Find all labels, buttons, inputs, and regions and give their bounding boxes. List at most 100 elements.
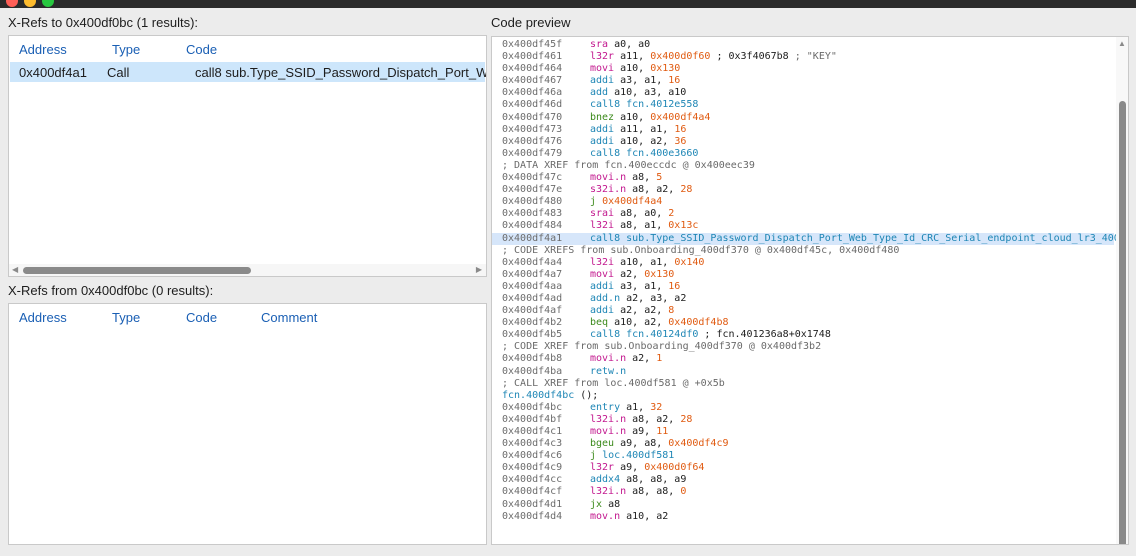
instruction-address: 0x400df479 — [502, 147, 563, 159]
instruction-address: 0x400df4a4 — [502, 256, 563, 268]
code-line[interactable]: 0x400df4b8 movi.n a2, 1 — [502, 353, 1114, 365]
code-line[interactable]: 0x400df4af addi a2, a2, 8 — [502, 305, 1114, 317]
code-line[interactable]: ; DATA XREF from fcn.400eccdc @ 0x400eec… — [502, 160, 1114, 172]
xrefs-from-table[interactable]: Address Type Code Comment — [8, 303, 487, 545]
instruction-address: 0x400df484 — [502, 220, 563, 232]
code-line[interactable]: 0x400df473 addi a11, a1, 16 — [502, 124, 1114, 136]
code-token: mov.n — [590, 510, 621, 522]
code-line[interactable]: 0x400df4a7 movi a2, 0x130 — [502, 269, 1114, 281]
code-line[interactable]: 0x400df47e s32i.n a8, a2, 28 — [502, 184, 1114, 196]
instruction-address: 0x400df461 — [502, 51, 563, 63]
col-address[interactable]: Address — [19, 310, 67, 325]
instruction-address: 0x400df480 — [502, 196, 563, 208]
col-code[interactable]: Code — [186, 310, 217, 325]
instruction-address: 0x400df4af — [502, 305, 563, 317]
close-window-icon[interactable] — [6, 0, 18, 7]
code-line[interactable]: 0x400df4c3 bgeu a9, a8, 0x400df4c9 — [502, 438, 1114, 450]
code-token: call8 — [590, 232, 621, 244]
code-line[interactable]: 0x400df46a add a10, a3, a10 — [502, 87, 1114, 99]
code-line[interactable]: 0x400df483 srai a8, a0, 2 — [502, 208, 1114, 220]
code-token: bgeu — [590, 438, 615, 450]
code-line[interactable]: 0x400df4c6 j loc.400df581 — [502, 450, 1114, 462]
code-token: a2, — [614, 268, 645, 280]
scroll-thumb[interactable] — [23, 267, 251, 274]
code-token: 0x13c — [668, 220, 699, 232]
code-line[interactable]: 0x400df45f sra a0, a0 — [502, 39, 1114, 51]
code-token: fcn.4012e558 — [620, 99, 699, 111]
zoom-window-icon[interactable] — [42, 0, 54, 7]
code-line[interactable]: 0x400df467 addi a3, a1, 16 — [502, 75, 1114, 87]
instruction-address: 0x400df4a7 — [502, 268, 563, 280]
code-token: a10, — [614, 63, 651, 75]
code-token: a10, a2 — [620, 510, 669, 522]
code-line[interactable]: 0x400df4d1 jx a8 — [502, 499, 1114, 511]
vertical-scrollbar[interactable]: ▲ ▼ — [1116, 37, 1128, 544]
code-line[interactable]: 0x400df479 call8 fcn.400e3660 — [502, 148, 1114, 160]
code-line[interactable]: 0x400df4bf l32i.n a8, a2, 28 — [502, 414, 1114, 426]
code-line[interactable]: 0x400df46d call8 fcn.4012e558 — [502, 99, 1114, 111]
code-line[interactable]: 0x400df4aa addi a3, a1, 16 — [502, 281, 1114, 293]
code-token: 28 — [680, 413, 693, 425]
code-line[interactable]: 0x400df4d4 mov.n a10, a2 — [502, 511, 1114, 523]
minimize-window-icon[interactable] — [24, 0, 36, 7]
code-line[interactable]: fcn.400df4bc (); — [502, 390, 1114, 402]
code-token: 0x400df4a4 — [602, 196, 663, 208]
code-preview-pane[interactable]: 0x400df45f sra a0, a0 0x400df461 l32r a11, … — [491, 36, 1129, 545]
code-line[interactable]: 0x400df4bc entry a1, 32 — [502, 402, 1114, 414]
instruction-address: 0x400df4cc — [502, 474, 563, 486]
scroll-up-icon[interactable]: ▲ — [1118, 39, 1126, 48]
scroll-down-icon[interactable]: ▼ — [1118, 533, 1126, 542]
code-token: 0x400df4b8 — [668, 317, 729, 329]
code-token: 0x400df4a4 — [650, 111, 711, 123]
instruction-address: 0x400df4d4 — [502, 510, 563, 522]
code-token: (); — [574, 389, 599, 401]
code-token: a3, a1, — [614, 280, 669, 292]
horizontal-scrollbar[interactable]: ◀ ▶ — [9, 264, 486, 276]
instruction-address: 0x400df4a1 — [502, 232, 563, 244]
code-token: bnez — [590, 111, 615, 123]
code-token: 0x140 — [674, 256, 705, 268]
code-line[interactable]: ; CODE XREFS from sub.Onboarding_400df37… — [502, 245, 1114, 257]
scroll-right-icon[interactable]: ▶ — [476, 265, 482, 274]
code-line[interactable]: 0x400df4a4 l32i a10, a1, 0x140 — [502, 257, 1114, 269]
code-line[interactable]: 0x400df4b2 beq a10, a2, 0x400df4b8 — [502, 317, 1114, 329]
code-line[interactable]: 0x400df470 bnez a10, 0x400df4a4 — [502, 112, 1114, 124]
window-titlebar — [0, 0, 1136, 8]
scroll-thumb[interactable] — [1119, 101, 1126, 544]
code-line[interactable]: 0x400df464 movi a10, 0x130 — [502, 63, 1114, 75]
code-line[interactable]: 0x400df480 j 0x400df4a4 — [502, 196, 1114, 208]
col-type[interactable]: Type — [112, 42, 140, 57]
scroll-left-icon[interactable]: ◀ — [12, 265, 18, 274]
code-line[interactable]: 0x400df4c1 movi.n a9, 11 — [502, 426, 1114, 438]
code-preview-title: Code preview — [491, 15, 571, 30]
code-line[interactable]: 0x400df4cc addx4 a8, a8, a9 — [502, 474, 1114, 486]
col-type[interactable]: Type — [112, 310, 140, 325]
code-token: 32 — [650, 401, 663, 413]
instruction-address: 0x400df4cf — [502, 486, 563, 498]
code-line[interactable]: 0x400df461 l32r a11, 0x400d0f60 ; 0x3f406… — [502, 51, 1114, 63]
code-line[interactable]: 0x400df4b5 call8 fcn.40124df0 ; fcn.40123… — [502, 329, 1114, 341]
code-line[interactable]: 0x400df484 l32i a8, a1, 0x13c — [502, 220, 1114, 232]
code-line[interactable]: 0x400df47c movi.n a8, 5 — [502, 172, 1114, 184]
code-line[interactable]: 0x400df476 addi a10, a2, 36 — [502, 136, 1114, 148]
col-code[interactable]: Code — [186, 42, 217, 57]
code-line[interactable]: 0x400df4cf l32i.n a8, a8, 0 — [502, 486, 1114, 498]
instruction-address: 0x400df4d1 — [502, 498, 563, 510]
table-row[interactable]: 0x400df4a1 Call call8 sub.Type_SSID_Pass… — [10, 62, 486, 82]
code-token: a9, — [626, 426, 657, 437]
xrefs-to-table[interactable]: Address Type Code 0x400df4a1 Call call8 … — [8, 35, 487, 277]
code-line[interactable]: 0x400df4ad add.n a2, a3, a2 — [502, 293, 1114, 305]
disassembly-listing[interactable]: 0x400df45f sra a0, a0 0x400df461 l32r a11, … — [492, 39, 1128, 523]
col-address[interactable]: Address — [19, 42, 67, 57]
code-token: movi — [590, 63, 615, 75]
code-line[interactable]: 0x400df4ba retw.n — [502, 366, 1114, 378]
col-comment[interactable]: Comment — [261, 310, 317, 325]
code-line[interactable]: ; CALL XREF from loc.400df581 @ +0x5b — [502, 378, 1114, 390]
code-token: 11 — [656, 426, 669, 437]
code-token: ; DATA XREF from fcn.400eccdc @ 0x400eec… — [502, 159, 755, 171]
code-line[interactable]: 0x400df4c9 l32r a9, 0x400d0f64 — [502, 462, 1114, 474]
selected-code-line[interactable]: 0x400df4a1 call8 sub.Type_SSID_Password_D… — [492, 232, 1128, 245]
code-token: addi — [590, 135, 615, 147]
code-line[interactable]: ; CODE XREF from sub.Onboarding_400df370… — [502, 341, 1114, 353]
code-token: movi.n — [590, 353, 627, 365]
